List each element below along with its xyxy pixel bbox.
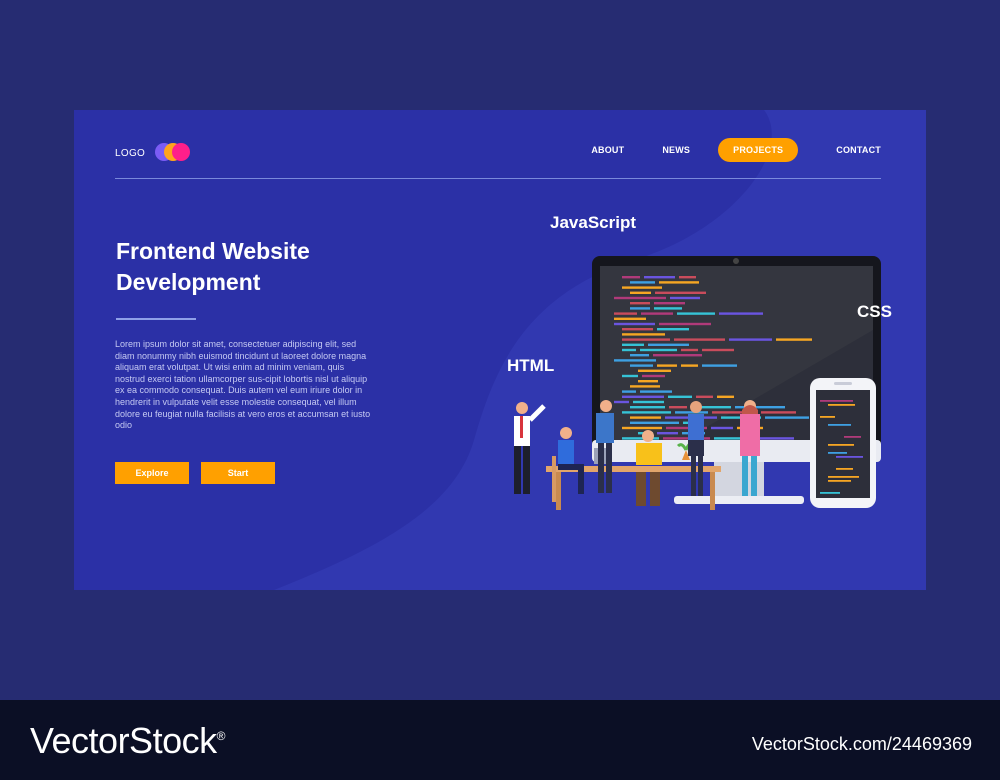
- code-line-segment: [714, 437, 741, 440]
- code-line-segment: [630, 416, 661, 419]
- code-line-segment: [630, 291, 651, 294]
- code-line-segment: [633, 400, 664, 404]
- code-line-segment: [614, 312, 637, 315]
- watermark-footer: VectorStock® VectorStock.com/24469369: [0, 700, 1000, 780]
- code-line-segment: [657, 364, 677, 367]
- code-line-segment: [668, 395, 692, 398]
- code-line-segment: [669, 406, 687, 409]
- code-line-segment: [622, 390, 636, 393]
- code-line-segment: [828, 444, 854, 446]
- code-line-segment: [614, 359, 656, 362]
- code-line-segment: [820, 492, 840, 494]
- code-line-segment: [642, 374, 665, 378]
- code-line-segment: [622, 286, 662, 289]
- developers-illustration: [514, 256, 881, 510]
- smartphone-icon: [810, 378, 876, 508]
- code-line-segment: [653, 354, 702, 357]
- code-line-segment: [622, 333, 665, 336]
- vectorstock-logo: VectorStock®: [30, 720, 225, 762]
- code-line-segment: [711, 426, 733, 430]
- code-line-segment: [630, 302, 650, 305]
- vectorstock-brand-text: VectorStock: [30, 720, 217, 761]
- code-line-segment: [681, 364, 698, 367]
- javascript-label: JavaScript: [550, 213, 636, 232]
- code-line-segment: [638, 369, 671, 372]
- code-line-segment: [622, 328, 653, 331]
- code-line-segment: [702, 348, 734, 352]
- code-line-segment: [836, 456, 863, 458]
- code-line-segment: [657, 328, 689, 331]
- code-line-segment: [640, 390, 672, 393]
- code-line-segment: [622, 411, 671, 414]
- code-line-segment: [677, 312, 715, 315]
- code-line-segment: [630, 364, 653, 367]
- code-line-segment: [630, 354, 649, 357]
- code-line-segment: [679, 276, 696, 279]
- code-line-segment: [719, 312, 763, 315]
- code-line-segment: [729, 338, 772, 341]
- code-line-segment: [675, 411, 708, 414]
- code-line-segment: [654, 302, 685, 305]
- code-line-segment: [638, 380, 658, 383]
- html-label: HTML: [507, 356, 555, 375]
- code-line-segment: [614, 322, 655, 326]
- code-line-segment: [696, 395, 713, 398]
- person-standing-left: [514, 402, 546, 494]
- code-line-segment: [655, 291, 706, 294]
- code-line-segment: [659, 322, 711, 326]
- code-line-segment: [622, 395, 664, 398]
- code-line-segment: [630, 406, 665, 409]
- code-line-segment: [622, 374, 638, 378]
- css-label: CSS: [857, 302, 892, 321]
- code-line-segment: [765, 416, 809, 419]
- code-line-segment: [630, 385, 660, 388]
- code-line-segment: [614, 317, 646, 320]
- code-line-segment: [702, 364, 737, 367]
- code-line-segment: [648, 343, 689, 346]
- trademark-symbol: ®: [216, 729, 226, 743]
- code-line-segment: [640, 348, 677, 352]
- code-line-segment: [622, 343, 644, 346]
- code-line-segment: [644, 276, 675, 279]
- code-line-segment: [630, 307, 650, 310]
- code-line-segment: [828, 404, 855, 406]
- code-line-segment: [622, 338, 670, 341]
- code-line-segment: [776, 338, 812, 341]
- code-line-segment: [828, 476, 859, 478]
- code-line-segment: [614, 296, 666, 300]
- code-line-segment: [828, 424, 851, 426]
- code-line-segment: [844, 436, 861, 438]
- code-line-segment: [828, 480, 851, 482]
- code-line-segment: [735, 406, 785, 409]
- code-line-segment: [622, 348, 636, 352]
- code-line-segment: [820, 400, 853, 402]
- code-line-segment: [659, 281, 699, 284]
- code-line-segment: [681, 348, 698, 352]
- person-blue-top: [688, 401, 704, 496]
- landing-page-card: LOGO ABOUT NEWS PROJECTS CONTACT Fronten…: [74, 110, 926, 590]
- code-line-segment: [828, 452, 847, 454]
- code-line-segment: [761, 411, 796, 414]
- code-line-segment: [820, 416, 835, 418]
- code-line-segment: [614, 400, 629, 404]
- code-line-segment: [622, 276, 640, 279]
- code-line-segment: [654, 307, 682, 310]
- code-line-segment: [717, 395, 734, 398]
- code-line-segment: [836, 468, 853, 470]
- code-line-segment: [630, 421, 679, 424]
- code-line-segment: [674, 338, 725, 341]
- code-line-segment: [630, 281, 655, 284]
- code-line-segment: [622, 426, 662, 430]
- code-line-segment: [641, 312, 673, 315]
- image-id-text: VectorStock.com/24469369: [751, 734, 972, 754]
- code-line-segment: [657, 432, 678, 435]
- code-line-segment: [670, 296, 700, 300]
